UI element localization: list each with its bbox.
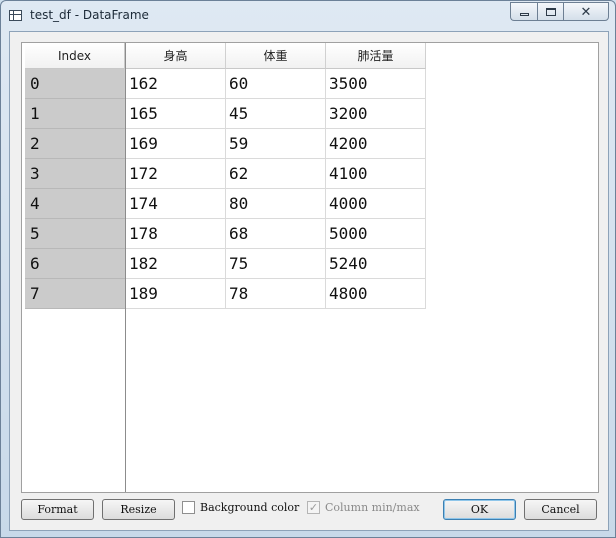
table-cell[interactable]: 4100 [326,159,426,189]
table-row: 165 45 3200 [126,99,426,129]
close-icon: ✕ [580,3,592,19]
table-cell[interactable]: 172 [126,159,226,189]
index-cell[interactable]: 1 [25,99,125,129]
table-cell[interactable]: 169 [126,129,226,159]
column-header[interactable]: 肺活量 [326,43,426,69]
table-cell[interactable]: 5000 [326,219,426,249]
index-header[interactable]: Index [25,43,125,69]
window-title: test_df - DataFrame [30,8,149,22]
table-row: 189 78 4800 [126,279,426,309]
column-minmax-checkbox: ✓ Column min/max [307,501,420,514]
table-cell[interactable]: 189 [126,279,226,309]
table-cell[interactable]: 4800 [326,279,426,309]
table-cell[interactable]: 165 [126,99,226,129]
minimize-button[interactable] [510,2,537,21]
background-color-checkbox[interactable]: Background color [182,501,299,514]
table-cell[interactable]: 45 [226,99,326,129]
table-row: 182 75 5240 [126,249,426,279]
table-cell[interactable]: 4000 [326,189,426,219]
table-cell[interactable]: 3200 [326,99,426,129]
table-cell[interactable]: 174 [126,189,226,219]
dataframe-grid: Index 01234567 身高 体重 肺活量 162 60 3500 165 45 320… [21,42,599,493]
table-cell[interactable]: 60 [226,69,326,99]
close-button[interactable]: ✕ [563,2,609,21]
table-cell[interactable]: 4200 [326,129,426,159]
background-color-label: Background color [200,501,300,514]
column-minmax-label: Column min/max [325,501,420,514]
index-column: Index 01234567 [25,43,126,492]
table-cell[interactable]: 182 [126,249,226,279]
index-cell[interactable]: 7 [25,279,125,309]
bottom-toolbar: Format Resize Background color ✓ Column … [10,498,608,522]
table-cell[interactable]: 162 [126,69,226,99]
table-cell[interactable]: 3500 [326,69,426,99]
dialog-client-area: Index 01234567 身高 体重 肺活量 162 60 3500 165 45 320… [9,31,609,531]
table-row: 162 60 3500 [126,69,426,99]
table-cell[interactable]: 75 [226,249,326,279]
table-cell[interactable]: 78 [226,279,326,309]
background-color-checkbox-box[interactable] [182,501,195,514]
index-cell[interactable]: 0 [25,69,125,99]
index-cell[interactable]: 4 [25,189,125,219]
title-bar[interactable]: test_df - DataFrame ✕ [1,1,615,31]
column-minmax-checkbox-box: ✓ [307,501,320,514]
data-area: 身高 体重 肺活量 162 60 3500 165 45 3200 169 59 4200 172 62… [126,43,426,309]
table-cell[interactable]: 178 [126,219,226,249]
index-cell[interactable]: 6 [25,249,125,279]
minimize-icon [519,13,529,16]
table-cell[interactable]: 80 [226,189,326,219]
index-cell[interactable]: 5 [25,219,125,249]
table-cell[interactable]: 5240 [326,249,426,279]
table-cell[interactable]: 68 [226,219,326,249]
format-button[interactable]: Format [21,499,94,520]
maximize-icon [545,7,556,16]
maximize-button[interactable] [537,2,563,21]
table-row: 174 80 4000 [126,189,426,219]
column-header[interactable]: 身高 [126,43,226,69]
caption-buttons: ✕ [510,2,609,21]
table-cell[interactable]: 62 [226,159,326,189]
table-row: 172 62 4100 [126,159,426,189]
index-cell[interactable]: 2 [25,129,125,159]
dataframe-window: test_df - DataFrame ✕ Index 01234567 身高体… [0,0,616,538]
column-headers: 身高 体重 肺活量 [126,43,426,69]
table-icon [9,10,22,21]
cancel-button[interactable]: Cancel [524,499,597,520]
table-row: 169 59 4200 [126,129,426,159]
ok-button[interactable]: OK [443,499,516,520]
index-cell[interactable]: 3 [25,159,125,189]
table-row: 178 68 5000 [126,219,426,249]
column-header[interactable]: 体重 [226,43,326,69]
table-cell[interactable]: 59 [226,129,326,159]
resize-button[interactable]: Resize [102,499,175,520]
